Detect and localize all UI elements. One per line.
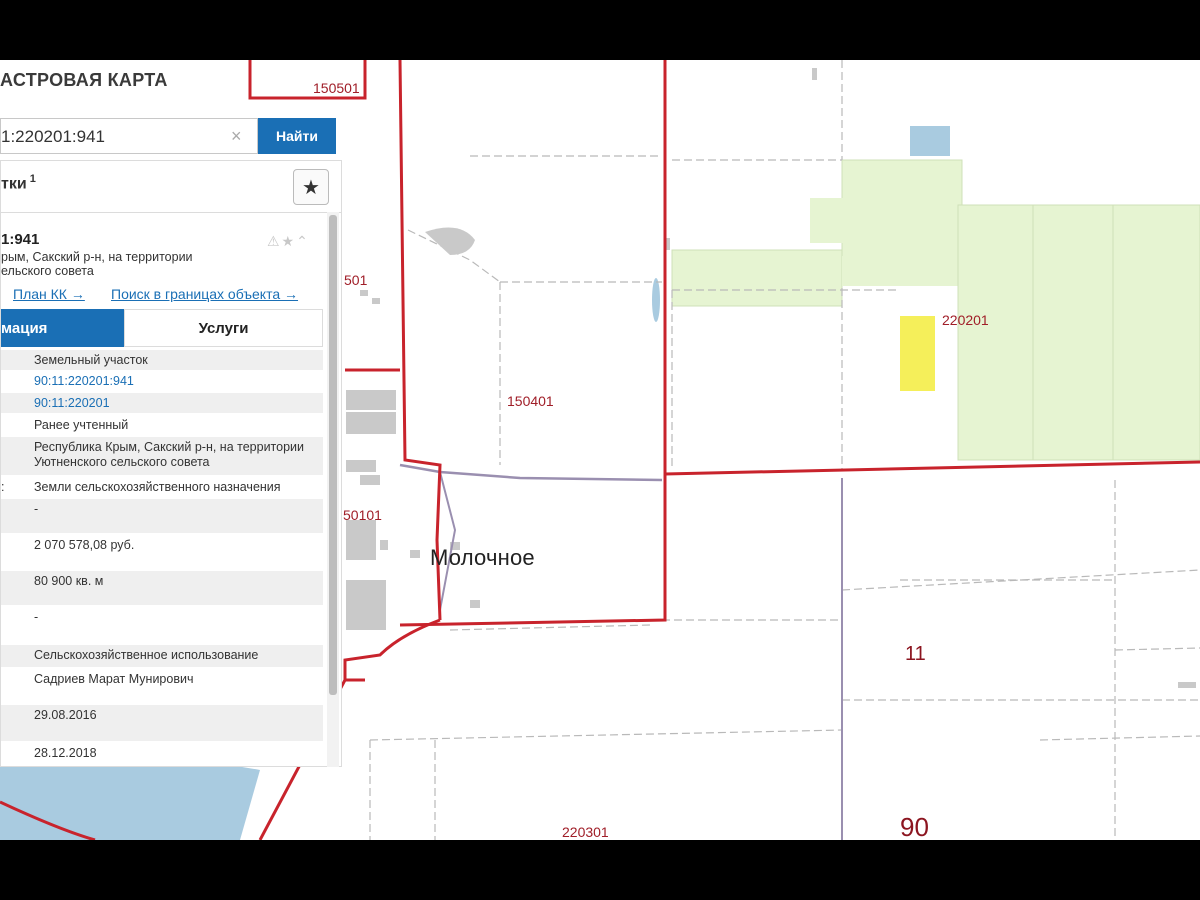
info-row: 90:11:220201:941 [1, 371, 323, 391]
map-label-90: 90 [900, 812, 929, 840]
map-label-11: 11 [905, 643, 926, 665]
results-title-text: тки [1, 175, 27, 193]
cadastral-number-link[interactable]: 90:11:220201:941 [34, 374, 319, 389]
info-row: Садриев Марат Мунирович [1, 669, 323, 703]
info-row: 29.08.2016 [1, 705, 323, 741]
tab-services[interactable]: Услуги [124, 309, 323, 347]
app-title: АСТРОВАЯ КАРТА [0, 70, 168, 90]
village-label: Молочное [430, 545, 535, 570]
info-row: 90:11:220201 [1, 393, 323, 413]
info-row: : Земли сельскохозяйственного назначения [1, 477, 323, 497]
map-label-220301: 220301 [562, 824, 609, 840]
results-header: тки 1 ★ [0, 160, 342, 214]
map-label-501: 501 [344, 272, 368, 288]
info-row-value: 29.08.2016 [34, 708, 97, 722]
parcel-address-line2: ельского совета [1, 264, 94, 278]
search-input[interactable] [1, 119, 228, 155]
tab-information[interactable]: мация [1, 309, 124, 347]
search-within-object-link[interactable]: Поиск в границах объекта → [111, 286, 298, 302]
info-row: Земельный участок [1, 350, 323, 370]
search-box: × [0, 118, 258, 155]
cadastral-quarter-link[interactable]: 90:11:220201 [34, 396, 319, 411]
info-row-value: - [34, 610, 39, 624]
plan-kk-link[interactable]: План КК → [13, 286, 85, 302]
results-count: 1 [29, 173, 36, 185]
find-button[interactable]: Найти [258, 118, 336, 154]
road-line-2 [439, 471, 457, 611]
results-title: тки 1 [1, 173, 36, 193]
info-row-value: Республика Крым, Сакский р-н, на террито… [34, 440, 305, 469]
tab-information-label: мация [1, 319, 48, 337]
clear-icon[interactable]: × [231, 126, 242, 147]
map-viewport[interactable]: 150501 501 150401 220201 50101 11 90 220… [0, 60, 1200, 840]
info-row: - [1, 499, 323, 533]
info-row-key: : [1, 480, 5, 494]
info-row-value: Сельскохозяйственное использование [34, 648, 259, 662]
info-row: 80 900 кв. м [1, 571, 323, 605]
parcel-address-line1: рым, Сакский р-н, на территории [1, 250, 193, 264]
info-row-value: Ранее учтенный [34, 418, 129, 432]
info-row: Ранее учтенный [1, 415, 323, 435]
favorites-star-button[interactable]: ★ [293, 169, 329, 205]
bottom-black-bar [0, 840, 1200, 900]
map-label-220201: 220201 [942, 312, 989, 328]
parcel-id: 1:941 [1, 231, 40, 248]
agricultural-fields [671, 159, 1200, 461]
card-scroll-thumb[interactable] [329, 215, 337, 695]
parcel-address: рым, Сакский р-н, на территории ельского… [1, 250, 251, 278]
info-row-value: 28.12.2018 [34, 746, 97, 760]
card-tabs: мация Услуги [1, 309, 323, 347]
card-action-icons[interactable]: ⚠★⌃ [267, 233, 310, 250]
info-row-value: Земли сельскохозяйственного назначения [34, 480, 281, 494]
info-row: Республика Крым, Сакский р-н, на террито… [1, 437, 323, 475]
map-label-150501: 150501 [313, 80, 360, 96]
info-row-value: 2 070 578,08 руб. [34, 538, 135, 552]
info-row-value: - [34, 502, 39, 516]
map-label-150401: 150401 [507, 393, 554, 409]
selected-parcel[interactable] [900, 316, 935, 391]
parcel-card: 1:941 ⚠★⌃ рым, Сакский р-н, на территори… [0, 212, 342, 767]
info-row-value: 80 900 кв. м [34, 574, 104, 588]
info-row: - [1, 607, 323, 643]
info-row: Сельскохозяйственное использование [1, 645, 323, 667]
info-row: 28.12.2018 [1, 743, 323, 766]
map-label-50101: 50101 [343, 507, 382, 523]
info-row-value: Земельный участок [34, 353, 148, 367]
top-black-bar [0, 0, 1200, 60]
star-icon: ★ [302, 176, 320, 199]
info-row-value: Садриев Марат Мунирович [34, 672, 194, 686]
info-row: 2 070 578,08 руб. [1, 535, 323, 569]
